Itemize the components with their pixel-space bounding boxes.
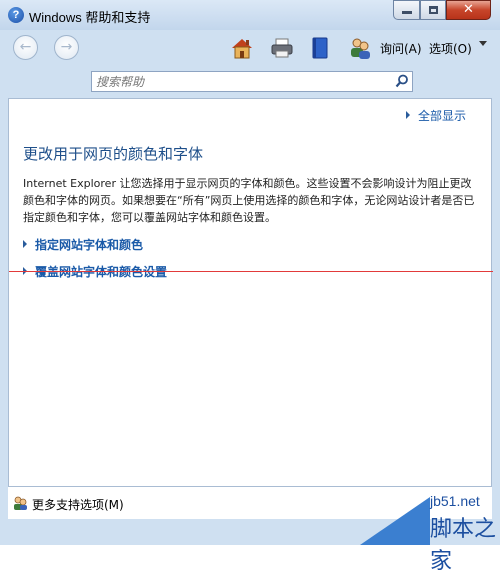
red-guide-line [9, 271, 493, 272]
forward-button[interactable]: → [54, 35, 79, 60]
description-text: Internet Explorer 让您选择用于显示网页的字体和颜色。这些设置不… [23, 177, 475, 224]
search-icon[interactable] [395, 74, 409, 88]
support-icon [14, 496, 27, 510]
show-all-link[interactable]: 全部显示 [406, 107, 466, 124]
show-all-label: 全部显示 [418, 109, 467, 123]
help-content: 全部显示 更改用于网页的颜色和字体 Internet Explorer 让您选择… [8, 98, 493, 487]
search-input[interactable] [96, 73, 386, 90]
close-icon: ✕ [463, 2, 474, 17]
chevron-down-icon[interactable] [479, 41, 487, 46]
close-button[interactable]: ✕ [446, 0, 491, 20]
toolbar: ← → 询问(A) 选项(O) [8, 30, 492, 70]
help-icon: ? [8, 7, 24, 23]
maximize-icon [429, 6, 438, 14]
minimize-button[interactable] [393, 0, 420, 20]
ask-menu[interactable]: 询问(A) [380, 40, 422, 57]
search-box [91, 71, 413, 92]
options-menu[interactable]: 选项(O) [429, 40, 472, 57]
page-title: 更改用于网页的颜色和字体 [23, 145, 204, 163]
link-specify-fonts-colors[interactable]: 指定网站字体和颜色 [23, 236, 143, 253]
window-title: Windows 帮助和支持 [29, 10, 151, 25]
back-button[interactable]: ← [13, 35, 38, 60]
search-bar [8, 70, 492, 98]
link-label: 指定网站字体和颜色 [35, 238, 144, 252]
maximize-button[interactable] [420, 0, 446, 20]
print-icon[interactable] [270, 36, 294, 60]
watermark: jb51.net 脚本之家 [360, 485, 500, 574]
watermark-site: jb51.net [430, 493, 480, 509]
triangle-right-icon [23, 240, 27, 248]
watermark-name: 脚本之家 [430, 517, 497, 574]
back-icon: ← [19, 39, 32, 55]
triangle-right-icon [406, 111, 410, 119]
watermark-logo-icon [360, 497, 430, 545]
minimize-icon [402, 11, 412, 14]
browse-help-icon[interactable] [308, 36, 332, 60]
home-icon[interactable] [230, 36, 254, 60]
title-bar[interactable]: ? Windows 帮助和支持 ✕ [0, 0, 500, 30]
help-window: ? Windows 帮助和支持 ✕ ← → 询问(A) 选项(O) 搜索帮助 全… [0, 0, 500, 574]
link-label: 覆盖网站字体和颜色设置 [35, 265, 168, 279]
ask-icon[interactable] [348, 36, 372, 60]
more-support-options[interactable]: 更多支持选项(M) [32, 496, 124, 513]
forward-icon: → [60, 39, 73, 55]
